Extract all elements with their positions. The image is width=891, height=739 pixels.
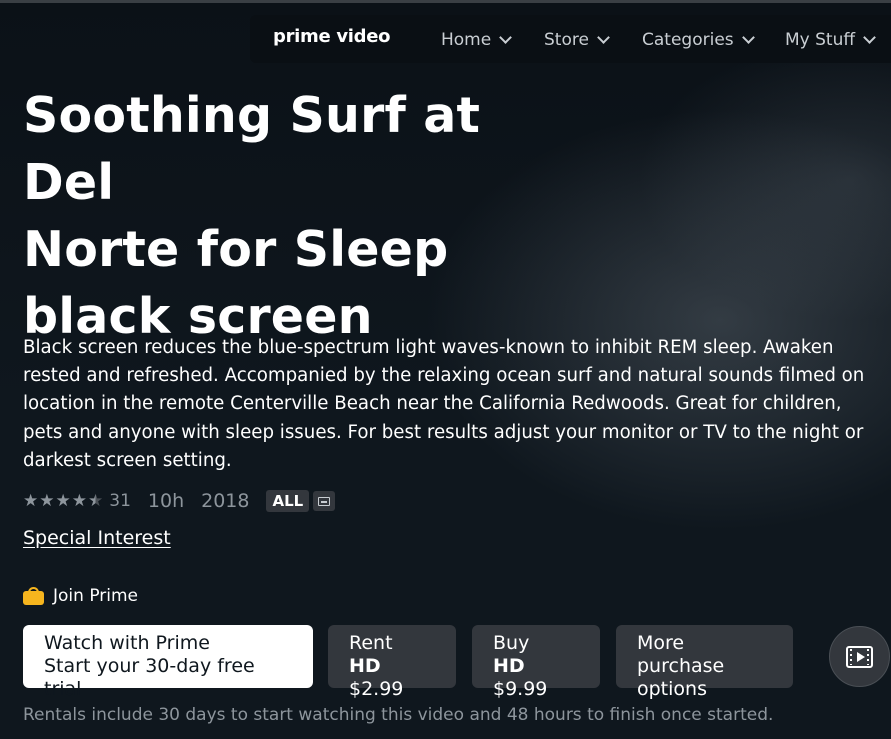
release-year: 2018	[201, 490, 250, 512]
star-half-icon: ★	[88, 490, 104, 511]
trailer-button[interactable]	[829, 626, 890, 687]
top-navbar: prime video Home Store Categories My Stu…	[250, 15, 891, 63]
more-options-line1: More purchase	[637, 632, 725, 677]
more-options-line2: options	[637, 678, 707, 700]
prime-video-logo[interactable]: prime video	[273, 26, 391, 47]
buy-label: Buy	[493, 632, 530, 654]
nav-store-label: Store	[544, 30, 589, 50]
more-purchase-options-button[interactable]: More purchase options	[616, 625, 793, 700]
star-full-icon: ★	[39, 490, 55, 511]
star-full-icon: ★	[55, 490, 71, 511]
watch-with-prime-button[interactable]: Watch with Prime Start your 30-day free …	[23, 625, 313, 700]
star-full-icon: ★	[71, 490, 87, 511]
synopsis: Black screen reduces the blue-spectrum l…	[23, 337, 865, 471]
nav-categories-label: Categories	[642, 30, 734, 50]
nav-store[interactable]: Store	[544, 28, 610, 52]
nav-my-stuff[interactable]: My Stuff	[785, 28, 876, 52]
trailer-icon	[846, 645, 873, 668]
rent-hd-label: HD	[349, 655, 381, 677]
buy-hd-label: HD	[493, 655, 525, 677]
watch-button-line1: Watch with Prime	[44, 632, 210, 654]
rent-price: $2.99	[349, 678, 404, 700]
nav-home[interactable]: Home	[441, 28, 513, 52]
buy-button[interactable]: Buy HD $9.99	[472, 625, 600, 700]
chevron-down-icon	[499, 31, 513, 44]
nav-my-stuff-label: My Stuff	[785, 30, 856, 50]
top-strip	[0, 0, 891, 3]
join-prime-row[interactable]: Join Prime	[23, 584, 138, 608]
genre-link[interactable]: Special Interest	[23, 527, 171, 549]
chevron-down-icon	[597, 31, 610, 44]
star-full-icon: ★	[23, 490, 39, 511]
maturity-rating-badge: ALL	[266, 490, 310, 512]
metadata-row: ★ ★ ★ ★ ★ 31 10h 2018 ALL	[23, 488, 336, 514]
chevron-down-icon	[741, 31, 755, 44]
star-rating[interactable]: ★ ★ ★ ★ ★	[23, 490, 104, 511]
shopping-bag-icon	[23, 587, 44, 605]
chevron-down-icon	[863, 31, 876, 44]
buy-price: $9.99	[493, 678, 548, 700]
title-line: Norte for Sleep	[23, 221, 449, 278]
nav-home-label: Home	[441, 30, 492, 50]
rent-button[interactable]: Rent HD $2.99	[328, 625, 456, 700]
nav-categories[interactable]: Categories	[642, 28, 755, 52]
title-line: Soothing Surf at Del	[23, 87, 481, 211]
subtitles-icon	[313, 491, 336, 511]
watch-button-line2: Start your 30-day free trial	[44, 655, 255, 700]
join-prime-label: Join Prime	[53, 586, 138, 606]
rental-terms-note: Rentals include 30 days to start watchin…	[23, 705, 774, 725]
runtime: 10h	[147, 490, 185, 512]
rent-label: Rent	[349, 632, 393, 654]
rating-count[interactable]: 31	[109, 491, 131, 511]
page-title: Soothing Surf at Del Norte for Sleep bla…	[23, 82, 583, 350]
